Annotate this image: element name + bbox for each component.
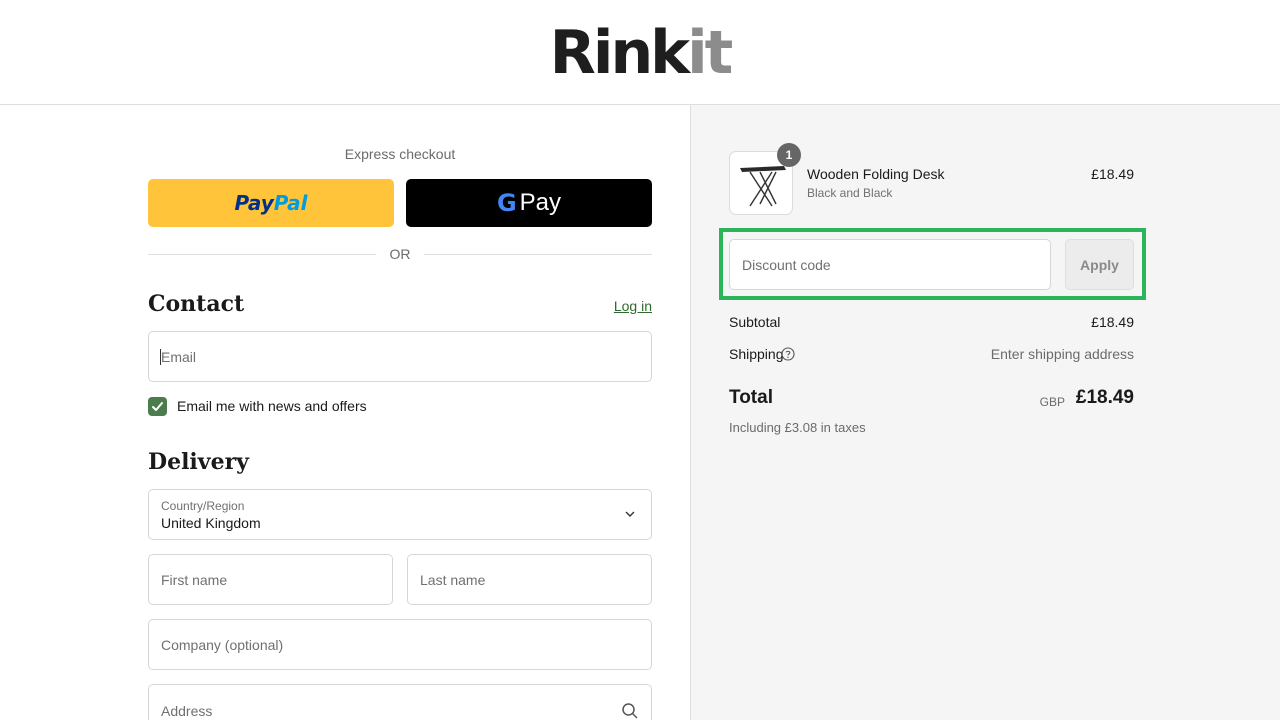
company-field[interactable]: Company (optional) [148, 619, 652, 670]
email-placeholder: Email [161, 348, 197, 365]
last-name-field[interactable]: Last name [407, 554, 652, 605]
google-pay-label: Pay [519, 189, 562, 216]
shipping-value: Enter shipping address [990, 346, 1134, 362]
last-name-placeholder: Last name [420, 571, 486, 588]
express-checkout-label: Express checkout [344, 146, 456, 162]
product-variant: Black and Black [807, 186, 893, 200]
shipping-label: Shipping [729, 346, 784, 362]
quantity-badge: 1 [777, 143, 801, 167]
country-label: Country/Region [161, 499, 245, 513]
newsletter-label: Email me with news and offers [177, 398, 367, 414]
country-select[interactable]: Country/Region United Kingdom [148, 489, 652, 540]
divider-line-right [424, 254, 652, 255]
subtotal-value: £18.49 [1091, 314, 1134, 330]
country-value: United Kingdom [161, 515, 261, 531]
product-price: £18.49 [1091, 166, 1134, 182]
discount-placeholder: Discount code [742, 257, 831, 273]
checkmark-icon [152, 402, 163, 411]
google-pay-button[interactable]: G Pay [406, 179, 652, 227]
contact-heading: Contact [148, 291, 245, 317]
logo-text-main: Rink [549, 18, 690, 88]
newsletter-checkbox[interactable] [148, 397, 167, 416]
header: Rinkit [0, 0, 1280, 105]
total-value: £18.49 [1075, 387, 1134, 408]
paypal-logo: PayPal [234, 191, 308, 215]
google-g-icon: G [496, 189, 517, 217]
apply-discount-button[interactable]: Apply [1065, 239, 1134, 290]
log-in-link[interactable]: Log in [560, 298, 652, 314]
first-name-placeholder: First name [161, 571, 228, 588]
taxes-note: Including £3.08 in taxes [729, 420, 866, 435]
email-field[interactable]: Email [148, 331, 652, 382]
paypal-button[interactable]: PayPal [148, 179, 394, 227]
logo-text-accent: it [687, 18, 733, 88]
address-field[interactable]: Address [148, 684, 652, 720]
chevron-down-icon [625, 511, 635, 517]
delivery-heading: Delivery [148, 449, 249, 475]
company-placeholder: Company (optional) [161, 636, 284, 653]
subtotal-label: Subtotal [729, 314, 781, 330]
product-name: Wooden Folding Desk [807, 166, 945, 182]
search-icon [622, 703, 638, 719]
first-name-field[interactable]: First name [148, 554, 393, 605]
address-placeholder: Address [161, 703, 213, 719]
or-divider: OR [148, 245, 652, 265]
rinkit-logo[interactable]: Rinkit [0, 18, 1280, 88]
discount-code-field[interactable]: Discount code [729, 239, 1051, 290]
total-label: Total [729, 387, 773, 408]
help-circle-icon[interactable] [781, 347, 795, 361]
